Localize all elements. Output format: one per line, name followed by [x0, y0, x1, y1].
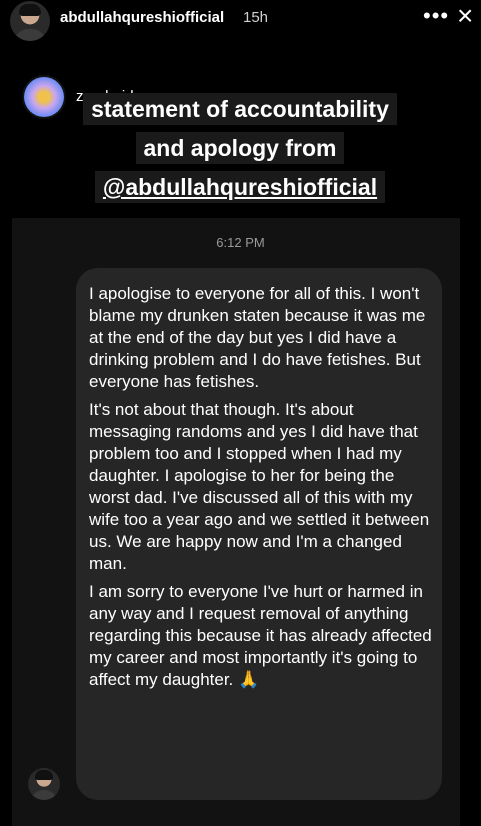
message-paragraph-3-text: I am sorry to everyone I've hurt or harm…: [89, 582, 432, 689]
profile-avatar[interactable]: [10, 1, 50, 41]
praying-hands-icon: 🙏: [238, 670, 260, 689]
reposted-from: zarahaider: [0, 40, 481, 117]
sender-avatar: [28, 768, 60, 800]
story-username[interactable]: abdullahqureshiofficial: [60, 9, 224, 26]
story-caption: statement of accountability and apology …: [40, 90, 440, 207]
caption-line-1: statement of accountability: [83, 93, 397, 125]
message-text: I apologise to everyone for all of this.…: [89, 283, 434, 697]
sender-avatar-hair: [35, 770, 53, 780]
message-paragraph-1: I apologise to everyone for all of this.…: [89, 284, 426, 391]
close-icon[interactable]: ×: [457, 2, 473, 30]
caption-mention[interactable]: @abdullahqureshiofficial: [94, 171, 386, 203]
sender-avatar-body: [31, 790, 57, 800]
more-options-icon[interactable]: •••: [423, 5, 449, 27]
caption-line-2: and apology from: [135, 132, 345, 164]
story-time: 15h: [243, 9, 269, 26]
avatar-hair: [19, 4, 41, 16]
message-paragraph-2: It's not about that though. It's about m…: [89, 400, 430, 573]
message-paragraph-3: I am sorry to everyone I've hurt or harm…: [89, 581, 434, 691]
chat-timestamp: 6:12 PM: [216, 235, 265, 250]
message-bubble: I apologise to everyone for all of this.…: [76, 268, 442, 800]
story-header: abdullahqureshiofficial 15h ••• ×: [0, 0, 481, 41]
